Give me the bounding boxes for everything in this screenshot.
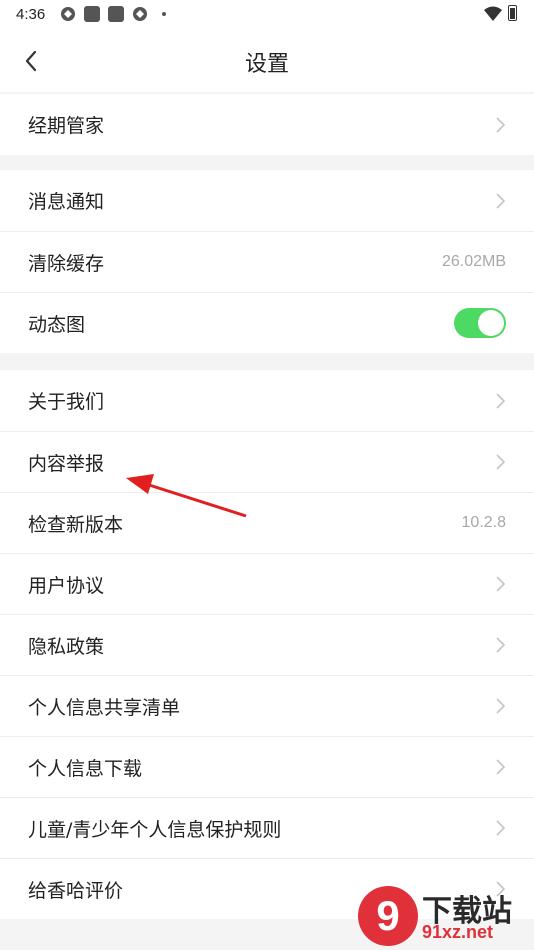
row-info-download[interactable]: 个人信息下载 — [0, 736, 534, 797]
row-label: 个人信息下载 — [28, 757, 143, 780]
watermark-url: 91xz.net — [422, 922, 494, 942]
row-label: 检查新版本 — [28, 513, 124, 536]
row-info-sharing-list[interactable]: 个人信息共享清单 — [0, 675, 534, 736]
chevron-right-icon — [496, 698, 506, 714]
row-about-us[interactable]: 关于我们 — [0, 370, 534, 431]
sync-icon — [133, 7, 147, 21]
page-title: 设置 — [244, 52, 289, 77]
toggle-knob — [478, 310, 504, 336]
top-bar: 设置 — [0, 28, 534, 92]
row-label: 儿童/青少年个人信息保护规则 — [28, 818, 282, 841]
row-label: 动态图 — [28, 313, 86, 336]
watermark: 9 下载站 91xz.net — [358, 886, 528, 946]
row-label: 隐私政策 — [28, 635, 105, 658]
settings-section-1: 经期管家 — [0, 94, 534, 155]
row-label: 经期管家 — [28, 115, 105, 137]
app-icon — [84, 6, 100, 22]
row-label: 个人信息共享清单 — [28, 696, 181, 719]
row-label: 消息通知 — [28, 191, 105, 213]
chevron-right-icon — [496, 192, 506, 209]
chevron-right-icon — [496, 820, 506, 836]
row-label: 用户协议 — [28, 574, 105, 597]
animated-images-toggle[interactable] — [454, 308, 506, 338]
row-privacy-policy[interactable]: 隐私政策 — [0, 614, 534, 675]
row-label: 给香哈评价 — [28, 879, 124, 902]
chevron-right-icon — [496, 454, 506, 470]
settings-section-2: 消息通知 清除缓存 26.02MB 动态图 — [0, 170, 534, 353]
row-user-agreement[interactable]: 用户协议 — [0, 553, 534, 614]
chevron-right-icon — [496, 637, 506, 653]
row-label: 内容举报 — [28, 452, 105, 475]
dot-icon — [162, 12, 166, 16]
row-clear-cache[interactable]: 清除缓存 26.02MB — [0, 231, 534, 292]
status-bar: 4:36 — [0, 0, 534, 28]
row-label: 清除缓存 — [28, 252, 105, 275]
settings-section-3: 关于我们 内容举报 检查新版本 10.2.8 用户协议 隐私政策 个人信息共享清… — [0, 370, 534, 919]
row-child-protection[interactable]: 儿童/青少年个人信息保护规则 — [0, 797, 534, 858]
sync-icon — [61, 7, 75, 21]
status-time: 4:36 — [16, 6, 46, 23]
chevron-right-icon — [496, 576, 506, 592]
chevron-right-icon — [496, 116, 506, 133]
battery-icon — [508, 5, 517, 21]
cache-size-value: 26.02MB — [441, 253, 506, 270]
wifi-icon — [484, 6, 502, 21]
row-notifications[interactable]: 消息通知 — [0, 170, 534, 231]
chevron-right-icon — [496, 392, 506, 409]
row-animated-images: 动态图 — [0, 292, 534, 353]
chevron-right-icon — [496, 759, 506, 775]
row-label: 关于我们 — [28, 391, 105, 413]
row-check-update[interactable]: 检查新版本 10.2.8 — [0, 492, 534, 553]
app-icon — [108, 6, 124, 22]
row-content-report[interactable]: 内容举报 — [0, 431, 534, 492]
row-period-manager[interactable]: 经期管家 — [0, 94, 534, 155]
version-value: 10.2.8 — [461, 514, 506, 531]
watermark-logo: 9 — [358, 886, 418, 946]
